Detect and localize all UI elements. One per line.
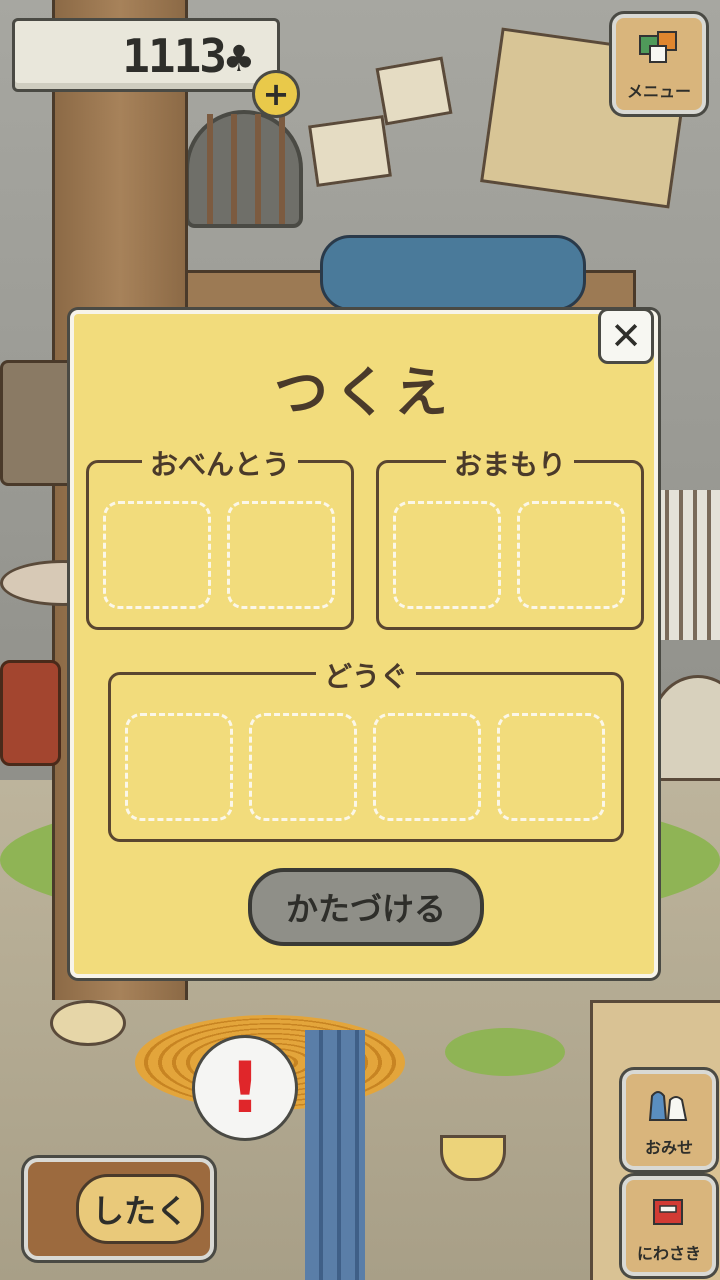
shop-bag-icon [648, 1091, 688, 1121]
omamori-slot[interactable] [517, 501, 625, 609]
stump [50, 1000, 126, 1046]
tools-label: どうぐ [315, 660, 416, 693]
close-icon[interactable]: ✕ [598, 308, 654, 364]
exclamation-icon: ! [229, 1047, 261, 1129]
omamori-group: おまもり [376, 448, 644, 630]
bento-slot[interactable] [103, 501, 211, 609]
clover-counter: 1113 ♣ [12, 18, 280, 92]
menu-label: メニュー [626, 82, 691, 101]
tool-slot[interactable] [249, 713, 357, 821]
menu-button[interactable]: メニュー [612, 14, 706, 114]
desk-dialog: つくえ おべんとう おまもり どうぐ かたづける [70, 310, 658, 978]
omamori-label: おまもり [445, 448, 574, 481]
garden-button[interactable]: にわさき [622, 1176, 716, 1276]
bento-slot[interactable] [227, 501, 335, 609]
grass-patch-small [445, 1028, 565, 1076]
pinned-note [375, 56, 453, 126]
barred-window [185, 110, 303, 228]
menu-icon [639, 31, 677, 63]
dialog-title: つくえ [274, 361, 454, 424]
shop-label: おみせ [644, 1138, 693, 1157]
side-window [655, 490, 720, 640]
tool-slot[interactable] [497, 713, 605, 821]
blue-cushion [320, 235, 586, 311]
buy-clover-button[interactable]: + [252, 70, 300, 118]
garden-label: にわさき [636, 1244, 701, 1263]
prepare-button[interactable]: したく [24, 1158, 214, 1260]
clover-icon: ♣ [222, 39, 255, 80]
bento-label: おべんとう [141, 448, 298, 481]
clover-count: 1113 [122, 29, 227, 83]
garden-box-icon [653, 1199, 683, 1225]
shop-button[interactable]: おみせ [622, 1070, 716, 1170]
tidy-up-button[interactable]: かたづける [248, 868, 484, 946]
tool-slot[interactable] [125, 713, 233, 821]
alert-bubble[interactable]: ! [192, 1035, 298, 1141]
jar [0, 660, 61, 766]
blue-curtain [305, 1030, 365, 1280]
pinned-note [308, 115, 392, 187]
tools-group: どうぐ [108, 660, 624, 842]
bento-group: おべんとう [86, 448, 354, 630]
tool-slot[interactable] [373, 713, 481, 821]
omamori-slot[interactable] [393, 501, 501, 609]
prepare-label: したく [76, 1174, 204, 1244]
